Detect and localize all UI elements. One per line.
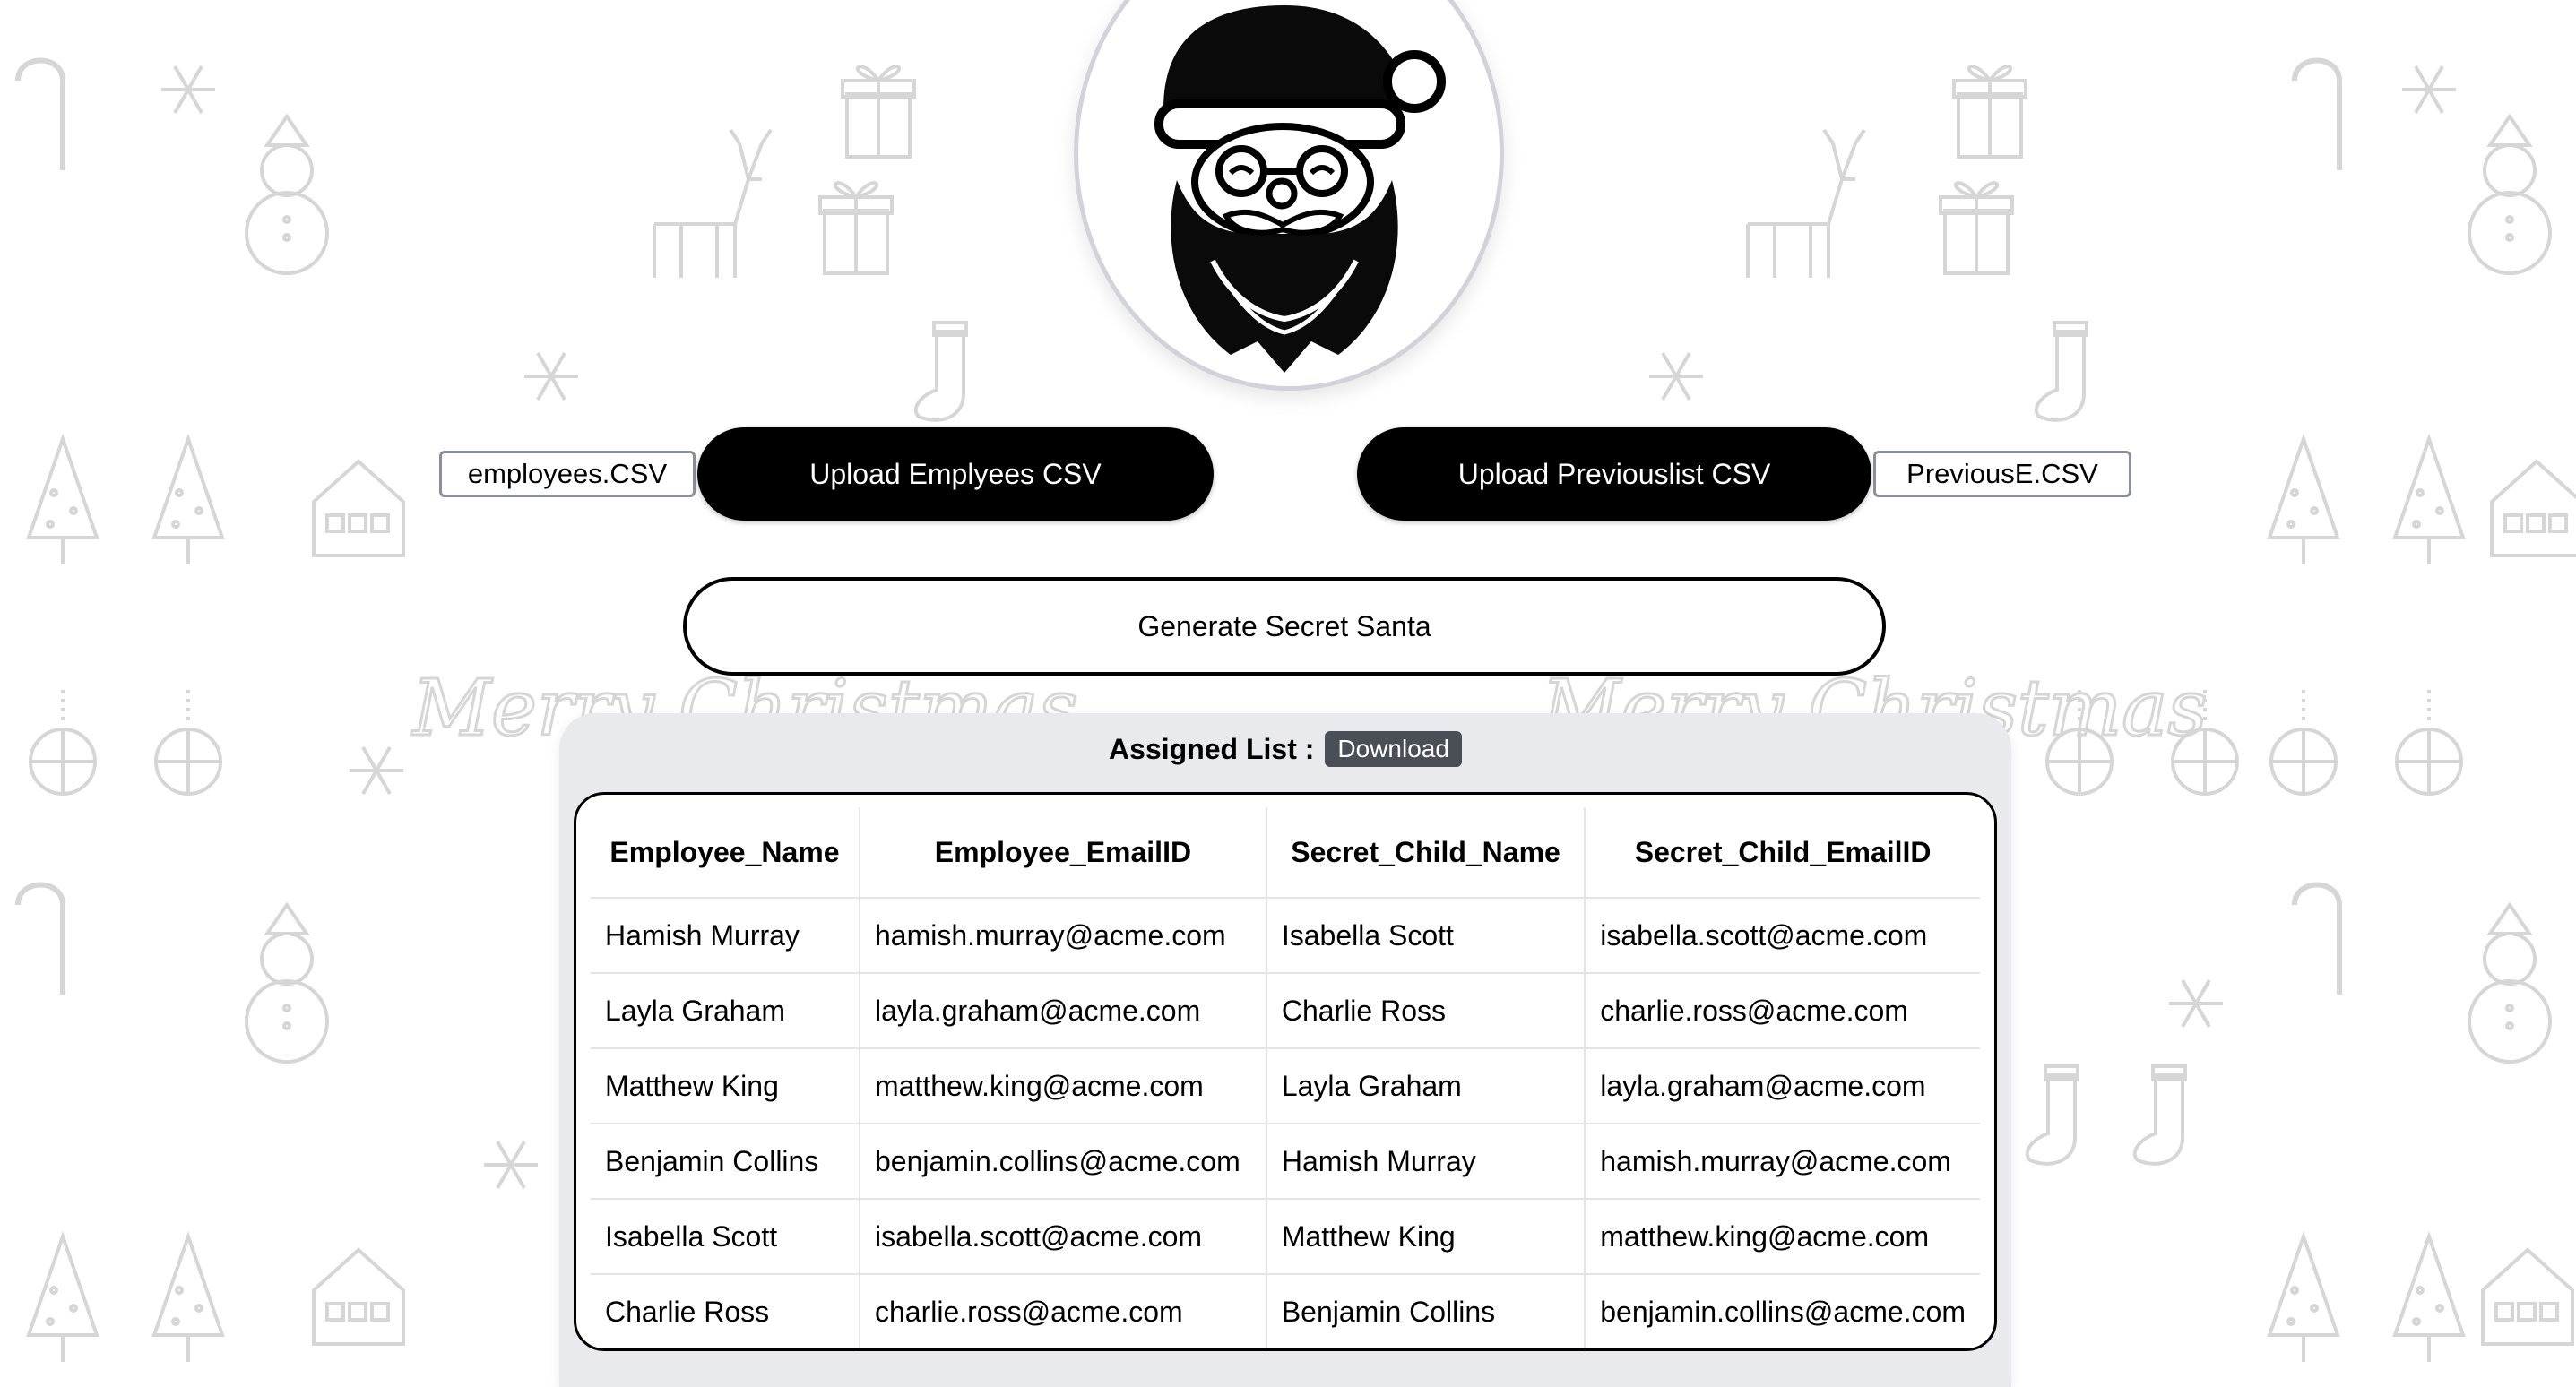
column-header-secret-child-email: Secret_Child_EmailID — [1584, 807, 1980, 899]
santa-face-icon — [1154, 5, 1446, 373]
table-row: Hamish Murray hamish.murray@acme.com Isa… — [591, 898, 1980, 974]
secret-child-email-cell: layla.graham@acme.com — [1584, 1048, 1980, 1124]
employee-email-cell: charlie.ross@acme.com — [858, 1274, 1266, 1348]
secret-child-name-cell: Layla Graham — [1265, 1048, 1586, 1124]
assigned-list-panel: Assigned List : Download Employee_Name E… — [559, 713, 2011, 1387]
employee-email-cell: benjamin.collins@acme.com — [858, 1124, 1266, 1200]
employee-email-cell: hamish.murray@acme.com — [858, 898, 1266, 974]
column-header-employee-email: Employee_EmailID — [858, 807, 1266, 899]
table-row: Charlie Ross charlie.ross@acme.com Benja… — [591, 1274, 1980, 1348]
employee-name-cell: Charlie Ross — [605, 1295, 770, 1328]
secret-child-name-cell: Hamish Murray — [1265, 1124, 1586, 1200]
secret-child-email-cell: charlie.ross@acme.com — [1584, 973, 1980, 1049]
employee-name-cell: Isabella Scott — [591, 1199, 860, 1275]
secret-child-name-cell: Charlie Ross — [1265, 973, 1586, 1049]
download-button[interactable]: Download — [1325, 731, 1462, 767]
employee-name-cell: Matthew King — [591, 1048, 860, 1124]
column-header-employee-name: Employee_Name — [591, 807, 860, 899]
table-header-row: Employee_Name Employee_EmailID Secret_Ch… — [591, 807, 1980, 899]
assigned-table: Employee_Name Employee_EmailID Secret_Ch… — [591, 807, 1980, 1348]
table-row: Layla Graham layla.graham@acme.com Charl… — [591, 973, 1980, 1049]
secret-child-email-cell: isabella.scott@acme.com — [1584, 898, 1980, 974]
employee-name-cell: Layla Graham — [591, 973, 860, 1049]
employee-email-cell: isabella.scott@acme.com — [858, 1199, 1266, 1275]
employee-name-cell: Benjamin Collins — [591, 1124, 860, 1200]
assigned-table-card: Employee_Name Employee_EmailID Secret_Ch… — [574, 792, 1997, 1351]
assigned-list-header: Assigned List : Download — [559, 713, 2011, 785]
secret-child-name-cell: Benjamin Collins — [1265, 1274, 1586, 1348]
generate-secret-santa-button[interactable]: Generate Secret Santa — [683, 577, 1886, 676]
table-row: Benjamin Collins benjamin.collins@acme.c… — [591, 1124, 1980, 1200]
secret-child-name-cell: Isabella Scott — [1265, 898, 1586, 974]
employee-name-cell: Hamish Murray — [591, 898, 860, 974]
table-row: Isabella Scott isabella.scott@acme.com M… — [591, 1199, 1980, 1275]
employee-email-cell: layla.graham@acme.com — [858, 973, 1266, 1049]
secret-child-email-cell: hamish.murray@acme.com — [1584, 1124, 1980, 1200]
upload-previous-list-csv-button[interactable]: Upload Previouslist CSV — [1357, 427, 1871, 521]
table-row: Matthew King matthew.king@acme.com Layla… — [591, 1048, 1980, 1124]
employee-email-cell: matthew.king@acme.com — [858, 1048, 1266, 1124]
santa-logo — [1074, 0, 1504, 391]
column-header-secret-child-name: Secret_Child_Name — [1265, 807, 1586, 899]
assigned-list-title: Assigned List : — [1109, 732, 1315, 765]
secret-child-email-cell: matthew.king@acme.com — [1584, 1199, 1980, 1275]
secret-child-email-cell: benjamin.collins@acme.com — [1584, 1274, 1980, 1348]
employees-file-name: employees.CSV — [439, 451, 696, 497]
previous-file-name: PreviousE.CSV — [1873, 451, 2131, 497]
upload-employees-csv-button[interactable]: Upload Emplyees CSV — [697, 427, 1214, 521]
secret-child-name-cell: Matthew King — [1265, 1199, 1586, 1275]
